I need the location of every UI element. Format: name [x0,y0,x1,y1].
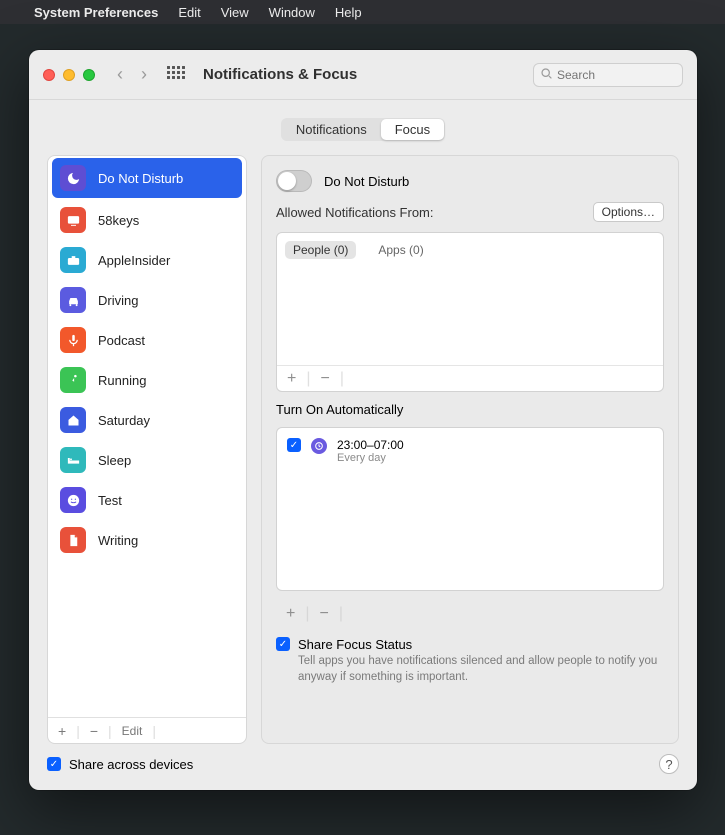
allowed-body [277,265,663,365]
runner-icon [60,367,86,393]
help-button[interactable]: ? [659,754,679,774]
schedule-item[interactable]: ✓ 23:00–07:00 Every day [277,428,663,474]
briefcase-icon [60,247,86,273]
traffic-lights [43,69,95,81]
sidebar-item-label: Saturday [98,413,150,428]
moon-icon [60,165,86,191]
schedule-recurrence: Every day [337,452,404,464]
schedule-checkbox[interactable]: ✓ [287,438,301,452]
sidebar-footer: + | − | Edit | [48,717,246,743]
content-area: Notifications Focus Do Not Disturb [29,100,697,790]
sidebar-item-label: Podcast [98,333,145,348]
titlebar: ‹ › Notifications & Focus [29,50,697,100]
focus-detail: Do Not Disturb Allowed Notifications Fro… [261,155,679,744]
search-input[interactable] [557,68,676,82]
bed-icon [60,447,86,473]
forward-button[interactable]: › [141,64,147,85]
search-icon [540,67,553,83]
dnd-label: Do Not Disturb [324,174,409,189]
tab-notifications[interactable]: Notifications [282,119,381,140]
sidebar-item-saturday[interactable]: Saturday [48,400,246,440]
menu-view[interactable]: View [221,5,249,20]
sidebar-item-test[interactable]: Test [48,480,246,520]
zoom-window-button[interactable] [83,69,95,81]
minimize-window-button[interactable] [63,69,75,81]
allowed-tabs: People (0) Apps (0) [277,233,663,265]
sidebar-item-label: Sleep [98,453,131,468]
app-menu[interactable]: System Preferences [34,5,158,20]
menu-help[interactable]: Help [335,5,362,20]
menubar: System Preferences Edit View Window Help [0,0,725,24]
tv-icon [60,207,86,233]
share-across-devices-label: Share across devices [69,757,193,772]
mic-icon [60,327,86,353]
sidebar-item-writing[interactable]: Writing [48,520,246,560]
tab-people[interactable]: People (0) [285,241,356,259]
tab-focus[interactable]: Focus [381,119,444,140]
sidebar-item-appleinsider[interactable]: AppleInsider [48,240,246,280]
allowed-add-button[interactable]: + [287,370,296,388]
allowed-remove-button[interactable]: − [321,370,330,388]
clock-icon [311,438,327,454]
show-all-button[interactable] [167,66,185,84]
share-focus-status: ✓ Share Focus Status Tell apps you have … [276,633,664,685]
allowed-label: Allowed Notifications From: [276,205,434,220]
sidebar-item-label: Running [98,373,146,388]
sidebar-item-driving[interactable]: Driving [48,280,246,320]
sidebar-item-label: Test [98,493,122,508]
focus-list: Do Not Disturb 58keys AppleInsider [48,156,246,717]
preferences-window: ‹ › Notifications & Focus Notifications … [29,50,697,790]
add-focus-button[interactable]: + [58,723,66,739]
back-button[interactable]: ‹ [117,64,123,85]
schedule-add-button[interactable]: + [286,605,295,623]
sidebar-item-running[interactable]: Running [48,360,246,400]
share-status-title: Share Focus Status [298,637,664,652]
sidebar-item-label: Writing [98,533,138,548]
nav-arrows: ‹ › [117,64,147,85]
allowed-list: People (0) Apps (0) + | − | [276,232,664,392]
share-status-checkbox[interactable]: ✓ [276,637,290,651]
sidebar-item-58keys[interactable]: 58keys [48,200,246,240]
sidebar-item-label: 58keys [98,213,139,228]
schedule-list: ✓ 23:00–07:00 Every day [276,427,664,591]
schedule-time: 23:00–07:00 [337,438,404,452]
turn-on-label: Turn On Automatically [276,402,664,417]
home-icon [60,407,86,433]
share-across-devices-checkbox[interactable]: ✓ [47,757,61,771]
bottom-row: ✓ Share across devices ? [47,754,679,774]
share-status-desc: Tell apps you have notifications silence… [298,654,664,685]
dnd-toggle[interactable] [276,170,312,192]
smile-icon [60,487,86,513]
edit-focus-button[interactable]: Edit [122,724,143,738]
sidebar-item-label: Driving [98,293,138,308]
segmented-control: Notifications Focus [281,118,445,141]
focus-sidebar: Do Not Disturb 58keys AppleInsider [47,155,247,744]
sidebar-item-label: Do Not Disturb [98,171,183,186]
menu-window[interactable]: Window [269,5,315,20]
sidebar-item-do-not-disturb[interactable]: Do Not Disturb [52,158,242,198]
search-field[interactable] [533,63,683,87]
options-button[interactable]: Options… [593,202,664,222]
sidebar-item-sleep[interactable]: Sleep [48,440,246,480]
sidebar-item-podcast[interactable]: Podcast [48,320,246,360]
doc-icon [60,527,86,553]
close-window-button[interactable] [43,69,55,81]
schedule-remove-button[interactable]: − [320,605,329,623]
menu-edit[interactable]: Edit [178,5,200,20]
tab-apps[interactable]: Apps (0) [370,241,431,259]
remove-focus-button[interactable]: − [90,723,98,739]
window-title: Notifications & Focus [203,66,357,83]
car-icon [60,287,86,313]
sidebar-item-label: AppleInsider [98,253,170,268]
